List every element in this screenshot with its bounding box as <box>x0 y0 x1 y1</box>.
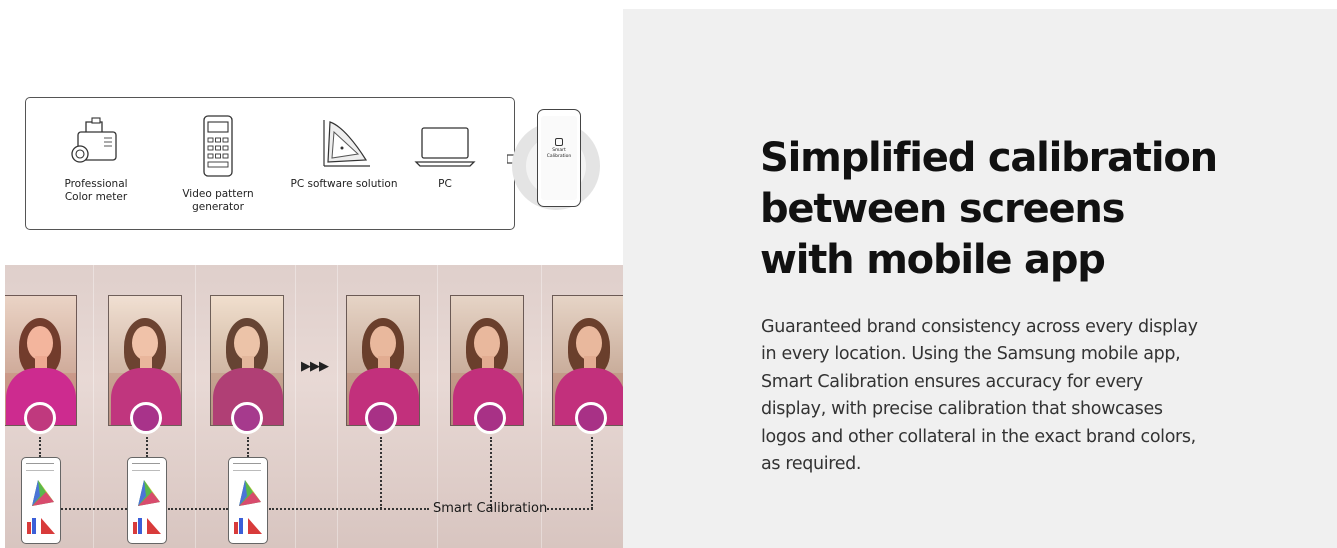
headline-line: with mobile app <box>760 237 1106 283</box>
laptop-icon <box>414 127 476 167</box>
description-line: Smart Calibration ensures accuracy for e… <box>761 371 1143 392</box>
tool-pattern-generator: Video pattern generator <box>156 114 280 214</box>
calibration-illustration: Professional Color meter Video pattern g… <box>5 9 623 548</box>
tool-pc: PC <box>412 114 478 191</box>
color-swatch <box>24 402 56 434</box>
color-swatch <box>474 402 506 434</box>
description-line: as required. <box>761 454 862 475</box>
calibration-phone <box>228 457 268 544</box>
gamut-software-icon <box>323 120 370 167</box>
tool-label: Video pattern generator <box>182 188 254 213</box>
legacy-workflow-box: Professional Color meter Video pattern g… <box>25 97 515 230</box>
color-swatch <box>575 402 607 434</box>
description-line: Guaranteed brand consistency across ever… <box>761 317 1198 337</box>
feature-description: Guaranteed brand consistency across ever… <box>761 314 1261 478</box>
color-meter-icon <box>71 117 117 163</box>
tool-label: Professional Color meter <box>64 178 128 203</box>
app-label: Smart Calibration <box>546 148 572 159</box>
smart-calibration-label: Smart Calibration <box>433 501 548 516</box>
feature-text-panel: Simplified calibration between screens w… <box>623 9 1337 548</box>
description-line: in every location. Using the Samsung mob… <box>761 344 1181 365</box>
app-icon <box>555 138 563 146</box>
description-line: logos and other collateral in the exact … <box>761 426 1196 447</box>
headline-line: between screens <box>760 186 1125 232</box>
description-line: display, with precise calibration that s… <box>761 399 1163 420</box>
color-swatch <box>130 402 162 434</box>
smart-calibration-phone: Smart Calibration <box>537 109 581 207</box>
calibration-phone <box>127 457 167 544</box>
pattern-generator-icon <box>203 115 233 177</box>
tool-label: PC <box>438 178 452 190</box>
color-swatch <box>365 402 397 434</box>
continuation-arrows-icon: ▶▶▶ <box>301 359 329 374</box>
tool-label: PC software solution <box>290 178 398 190</box>
tool-color-meter: Professional Color meter <box>64 114 128 204</box>
tool-pc-software: PC software solution <box>288 114 400 191</box>
headline-line: Simplified calibration <box>760 135 1218 181</box>
color-swatch <box>231 402 263 434</box>
calibration-phone <box>21 457 61 544</box>
display-wall-photo: ▶▶▶ Smart Calibration <box>5 265 623 548</box>
feature-headline: Simplified calibration between screens w… <box>760 133 1300 286</box>
